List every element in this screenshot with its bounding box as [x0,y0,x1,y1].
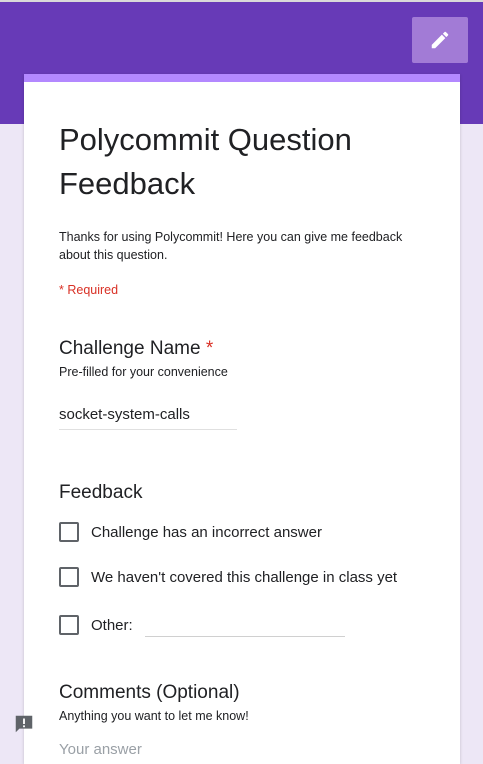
form-title: Polycommit Question Feedback [59,122,352,201]
checkbox[interactable] [59,615,79,635]
checkbox[interactable] [59,522,79,542]
challenge-name-label: Challenge Name [59,338,201,359]
feedback-title: Feedback [59,482,143,503]
other-text-input[interactable] [145,616,345,637]
checkbox[interactable] [59,567,79,587]
required-asterisk: * [205,338,214,359]
feedback-option-other[interactable]: Other: [59,614,133,636]
challenge-name-title: Challenge Name * [59,338,213,360]
comments-help: Anything you want to let me know! [59,709,249,723]
comments-input[interactable] [59,738,359,760]
report-feedback-button[interactable] [13,713,35,735]
edit-form-button[interactable] [412,17,468,63]
challenge-name-input[interactable] [59,399,237,430]
top-divider [0,0,483,2]
form-card: Polycommit Question Feedback Thanks for … [24,74,460,764]
comments-title: Comments (Optional) [59,682,240,703]
option-label: Other: [91,616,133,634]
pencil-icon [431,31,449,49]
form-description: Thanks for using Polycommit! Here you ca… [59,230,403,262]
report-feedback-icon [15,715,33,733]
feedback-option-incorrect-answer[interactable]: Challenge has an incorrect answer [59,521,322,543]
option-label: We haven't covered this challenge in cla… [91,568,398,586]
card-accent-bar [24,74,460,82]
challenge-name-help: Pre-filled for your convenience [59,365,228,379]
required-note: * Required [59,283,119,297]
option-label: Challenge has an incorrect answer [91,523,322,541]
feedback-option-not-covered[interactable]: We haven't covered this challenge in cla… [59,566,397,588]
